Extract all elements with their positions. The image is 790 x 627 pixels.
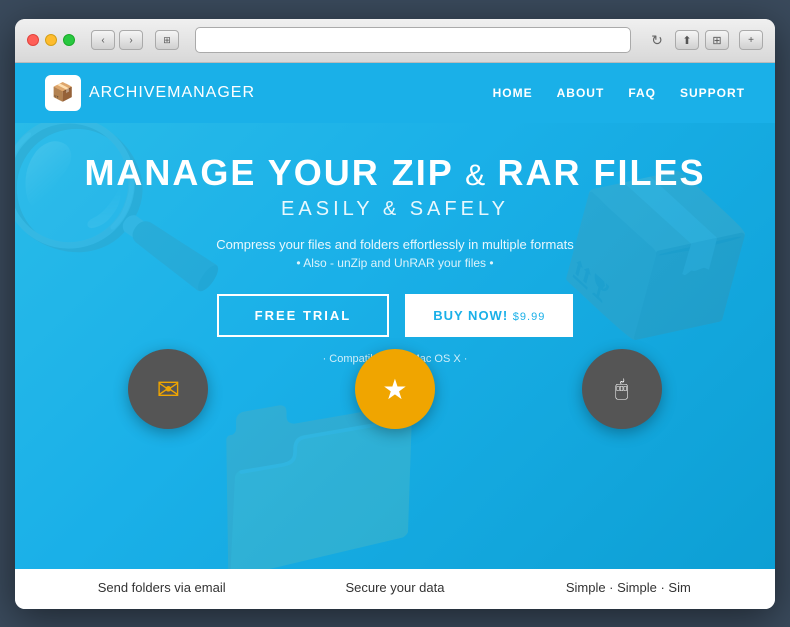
forward-button[interactable]: › xyxy=(119,30,143,50)
browser-window: ‹ › ⊞ ↻ ⬆ ⊞ + 📦 ARCHIVEMANAGER HOME ABOU… xyxy=(15,19,775,609)
hero-description: Compress your files and folders effortle… xyxy=(55,237,735,252)
nav-about[interactable]: ABOUT xyxy=(557,86,605,100)
hero-title-amp: & xyxy=(465,159,497,192)
back-button[interactable]: ‹ xyxy=(91,30,115,50)
website-content: 📦 ARCHIVEMANAGER HOME ABOUT FAQ SUPPORT … xyxy=(15,63,775,609)
traffic-lights xyxy=(27,34,75,46)
hero-title: MANAGE YOUR ZIP & RAR FILES xyxy=(55,153,735,193)
feature-label-simple: Simple · Simple · Sim xyxy=(513,579,744,597)
buy-now-button[interactable]: BUY NOW! $9.99 xyxy=(405,294,573,337)
hero-title-line1: MANAGE YOUR ZIP xyxy=(84,152,453,193)
feature-label-email: Send folders via email xyxy=(46,579,277,597)
logo-light: MANAGER xyxy=(167,84,255,101)
hero-subtitle-text: EASILY xyxy=(281,198,373,220)
window-button[interactable]: ⊞ xyxy=(155,30,179,50)
logo: 📦 ARCHIVEMANAGER xyxy=(45,75,255,111)
nav-support[interactable]: SUPPORT xyxy=(680,86,745,100)
feature-secure: ★ xyxy=(283,389,507,429)
feature-label-email-text: Send folders via email xyxy=(98,580,226,595)
reload-button[interactable]: ↻ xyxy=(647,30,667,50)
hero-section: 🔍 📦 📁 MANAGE YOUR ZIP & RAR FILES EASILY… xyxy=(15,123,775,569)
traffic-light-yellow[interactable] xyxy=(45,34,57,46)
logo-bold: ARCHIVE xyxy=(89,84,167,101)
feature-secure-icon: ★ xyxy=(355,349,435,429)
browser-nav-buttons: ‹ › xyxy=(91,30,143,50)
buy-now-price: $9.99 xyxy=(513,311,546,323)
logo-icon: 📦 xyxy=(45,75,81,111)
share-button[interactable]: ⬆ xyxy=(675,30,699,50)
feature-email: ✉ xyxy=(56,389,280,429)
traffic-light-green[interactable] xyxy=(63,34,75,46)
feature-labels: Send folders via email Secure your data … xyxy=(15,569,775,609)
expand-button[interactable]: + xyxy=(739,30,763,50)
feature-email-icon: ✉ xyxy=(128,349,208,429)
feature-label-secure-text: Secure your data xyxy=(345,580,444,595)
buy-now-label: BUY NOW! xyxy=(433,308,508,323)
browser-toolbar: ‹ › ⊞ ↻ ⬆ ⊞ + xyxy=(15,19,775,63)
new-tab-button[interactable]: ⊞ xyxy=(705,30,729,50)
toolbar-actions: ⬆ ⊞ xyxy=(675,30,729,50)
site-nav: HOME ABOUT FAQ SUPPORT xyxy=(493,86,745,100)
nav-faq[interactable]: FAQ xyxy=(628,86,656,100)
feature-simple: 🖱 xyxy=(509,389,733,429)
logo-text: ARCHIVEMANAGER xyxy=(89,84,255,102)
address-bar[interactable] xyxy=(195,27,631,53)
hero-buttons: FREE TRIAL BUY NOW! $9.99 xyxy=(55,294,735,337)
hero-subtitle-amp: & xyxy=(383,198,410,220)
features-row: ✉ ★ 🖱 xyxy=(55,389,735,429)
feature-simple-icon: 🖱 xyxy=(582,349,662,429)
traffic-light-red[interactable] xyxy=(27,34,39,46)
feature-label-secure: Secure your data xyxy=(279,579,510,597)
hero-subtitle: EASILY & SAFELY xyxy=(55,198,735,221)
hero-sub-description: • Also - unZip and UnRAR your files • xyxy=(55,256,735,270)
feature-label-simple-text: Simple · Simple · Sim xyxy=(566,580,691,595)
hero-subtitle-end: SAFELY xyxy=(410,198,509,220)
site-header: 📦 ARCHIVEMANAGER HOME ABOUT FAQ SUPPORT xyxy=(15,63,775,123)
free-trial-button[interactable]: FREE TRIAL xyxy=(217,294,390,337)
nav-home[interactable]: HOME xyxy=(493,86,533,100)
hero-title-line2: RAR FILES xyxy=(498,152,706,193)
